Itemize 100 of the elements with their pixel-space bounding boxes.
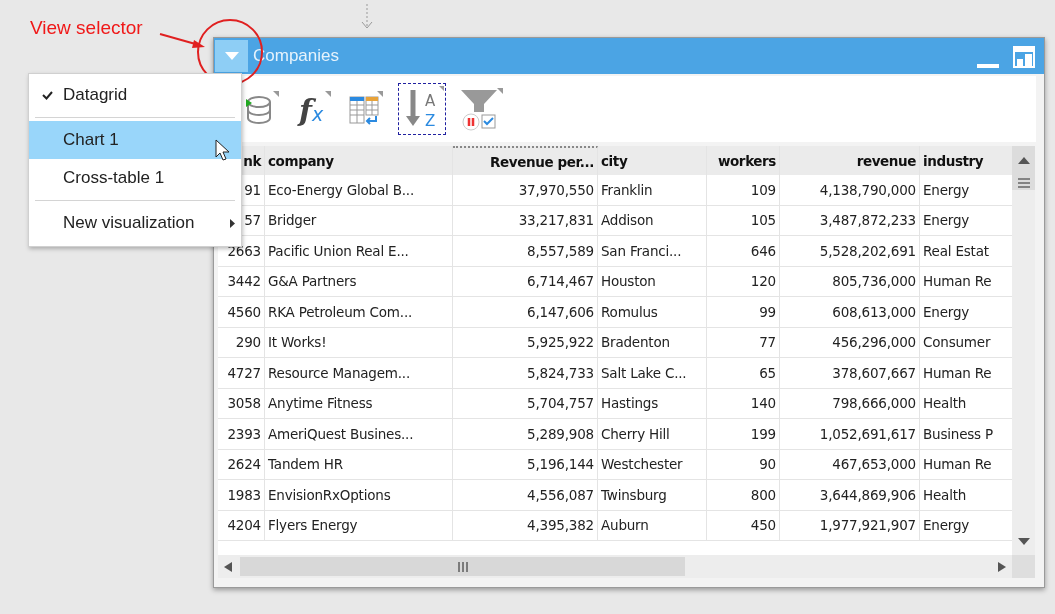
table-cell: 798,666,000 [780,388,920,418]
maximize-icon [1013,46,1035,68]
table-cell: Bridger [265,205,453,235]
scroll-thumb[interactable] [1012,175,1035,190]
scroll-up-icon[interactable] [1017,157,1030,164]
table-cell: Eco-Energy Global B... [265,175,453,205]
grip-icon [456,561,469,572]
table-cell: 37,970,550 [453,175,598,205]
column-header[interactable]: workers [707,146,780,175]
table-cell: Hastings [598,388,707,418]
table-cell: RKA Petroleum Com... [265,297,453,327]
table-cell: 290 [218,327,265,357]
sort-icon[interactable]: A Z [398,83,446,135]
table-cell-text: Human Re [922,363,993,383]
table-cell: Flyers Energy [265,510,453,540]
mouse-pointer-icon [215,139,229,161]
table-cell: 6,147,606 [453,297,598,327]
table-cell-text: Energy [922,180,971,200]
table-cell: 6,714,467 [453,266,598,296]
table-cell: Romulus [598,297,707,327]
table-cell: 4204 [218,510,265,540]
table-cell: 4,395,382 [453,510,598,540]
annotation-label: View selector [30,17,143,39]
table-cell: 1,977,921,907 [780,510,920,540]
table-cell: It Works! [265,327,453,357]
table-cell: San Franci... [598,236,707,266]
table-cell-text: Real Estat [922,241,990,261]
annotation-arrow [159,33,205,48]
table-cell: 3442 [218,266,265,296]
table-cell: 4,138,790,000 [780,175,920,205]
table-cell: 1,052,691,617 [780,419,920,449]
table-cell: Houston [598,266,707,296]
table-cell: 5,289,908 [453,419,598,449]
table-cell-text: Human Re [922,455,993,475]
table-cell: 3,644,869,906 [780,480,920,510]
table-cell: 3058 [218,388,265,418]
table-cell-text: Health [922,485,968,505]
menu-item[interactable]: Chart 1 [29,121,241,159]
table-cell: 120 [707,266,780,296]
minimize-icon [977,62,999,68]
table-cell: Auburn [598,510,707,540]
table-cell: 378,607,667 [780,358,920,388]
table-cell: 4,556,087 [453,480,598,510]
table-cell: 467,653,000 [780,449,920,479]
table-cell-text: Business P [922,424,994,444]
table-cell: 77 [707,327,780,357]
table-cell: Cherry Hill [598,419,707,449]
table-cell: G&A Partners [265,266,453,296]
table-cell: 2393 [218,419,265,449]
scroll-right-icon[interactable] [998,561,1006,572]
table-cell: Tandem HR [265,449,453,479]
column-header[interactable]: industry [920,146,1012,175]
table-cell: 3,487,872,233 [780,205,920,235]
table-cell-text: Health [922,394,968,414]
column-header[interactable]: revenue [780,146,920,175]
vertical-scrollbar[interactable] [1012,146,1035,578]
table-cell-text: Energy [922,211,971,231]
table-cell: 8,557,589 [453,236,598,266]
filter-icon[interactable] [458,85,504,133]
scroll-thumb[interactable] [240,557,685,576]
table-cell: 199 [707,419,780,449]
table-cell-text: Energy [922,516,971,536]
table-cell: 450 [707,510,780,540]
scrollbar-corner [1012,555,1035,578]
table-cell: 805,736,000 [780,266,920,296]
horizontal-scrollbar[interactable] [218,555,1012,578]
column-header[interactable]: city [598,146,707,175]
table-cell: Bradenton [598,327,707,357]
table-cell: Twinsburg [598,480,707,510]
column-header[interactable]: Revenue per... [453,146,598,175]
table-cell: EnvisionRxOptions [265,480,453,510]
caret-icon [224,52,239,60]
table-cell-text: Energy [922,302,971,322]
table-cell: 800 [707,480,780,510]
column-header[interactable]: company [265,146,453,175]
table-cell: Addison [598,205,707,235]
table-cell: 5,704,757 [453,388,598,418]
table-cell: 5,528,202,691 [780,236,920,266]
table-cell: Pacific Union Real E... [265,236,453,266]
table-cell: 4727 [218,358,265,388]
table-cell: 5,925,922 [453,327,598,357]
table-cell: Salt Lake C... [598,358,707,388]
table-cell: Anytime Fitness [265,388,453,418]
table-cell: 5,196,144 [453,449,598,479]
menu-item[interactable]: Datagrid [29,76,241,114]
table-cell: 90 [707,449,780,479]
checkmark-icon [41,90,53,100]
table-cell: 5,824,733 [453,358,598,388]
table-cell: 105 [707,205,780,235]
table-cell: 2624 [218,449,265,479]
scroll-down-icon[interactable] [1017,538,1030,545]
table-cell: Franklin [598,175,707,205]
table-cell: 65 [707,358,780,388]
scroll-left-icon[interactable] [224,561,232,572]
grip-icon [1016,177,1031,188]
table-cell: 608,613,000 [780,297,920,327]
table-cell-text: Consumer [922,333,992,353]
view-selector-button[interactable] [215,40,248,72]
dotted-arrow [361,3,373,29]
table-cell-text: Human Re [922,272,993,292]
